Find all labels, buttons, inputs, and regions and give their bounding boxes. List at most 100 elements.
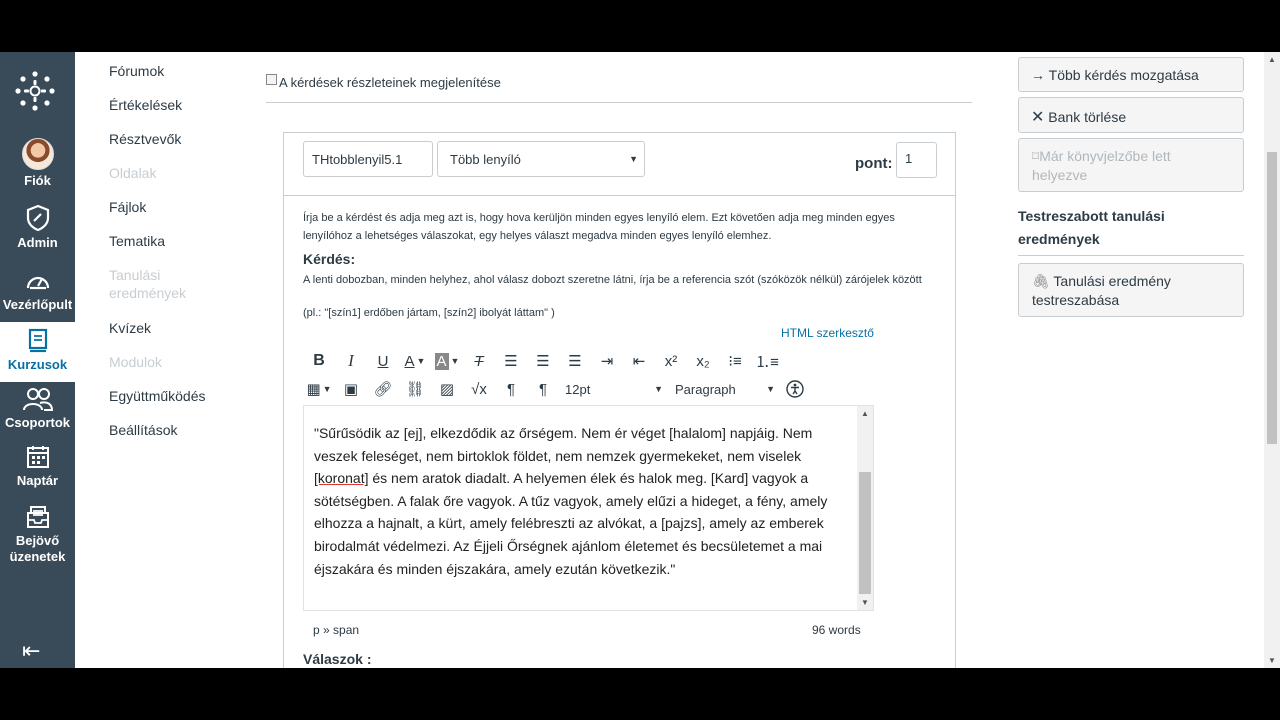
inbox-icon xyxy=(26,506,49,528)
scroll-up-icon[interactable]: ▲ xyxy=(861,409,869,418)
page-scrollbar-thumb[interactable] xyxy=(1267,152,1277,444)
background-color-icon[interactable]: A ▼ xyxy=(431,349,463,373)
outdent-icon[interactable]: ⇤ xyxy=(623,349,655,373)
link-icon[interactable]: 🔗︎ xyxy=(367,377,399,401)
block-format-value: Paragraph xyxy=(675,381,736,397)
course-nav-item-modules[interactable]: Modulok xyxy=(109,353,259,387)
question-instructions: Írja be a kérdést és adja meg azt is, ho… xyxy=(303,212,895,242)
course-nav-item-grades[interactable]: Értékelések xyxy=(109,96,259,130)
editor-scrollbar-thumb[interactable] xyxy=(859,472,871,594)
italic-icon[interactable]: I xyxy=(335,349,367,373)
arrow-right-icon: → xyxy=(1031,67,1045,83)
custom-outcomes-heading: Testreszabott tanulási eredmények xyxy=(1018,205,1244,251)
global-nav-account[interactable]: Fiók xyxy=(0,138,75,192)
global-nav-label: Fiók xyxy=(24,173,51,188)
heading-line: eredmények xyxy=(1018,231,1100,247)
course-nav-item-settings[interactable]: Beállítások xyxy=(109,421,259,455)
indent-icon[interactable]: ⇥ xyxy=(591,349,623,373)
heading-line: Testreszabott tanulási xyxy=(1018,208,1165,224)
question-name-input[interactable]: THtobblenyil5.1 xyxy=(303,141,433,177)
ltr-icon[interactable]: ¶ xyxy=(495,377,527,401)
global-nav-courses[interactable]: Kurzusok xyxy=(0,322,75,382)
page-scrollbar[interactable]: ▲ ▼ xyxy=(1264,52,1280,668)
unlink-icon[interactable]: ⛓︎ xyxy=(399,377,431,401)
image-icon[interactable]: ▨ xyxy=(431,377,463,401)
caret-down-icon: ▼ xyxy=(629,154,638,164)
editor-scrollbar[interactable]: ▲ ▼ xyxy=(857,406,873,610)
customize-outcome-button[interactable]: 🖇︎ Tanulási eredmény testreszabása xyxy=(1018,263,1244,317)
points-input[interactable]: 1 xyxy=(896,142,937,178)
equation-icon[interactable]: √x xyxy=(463,377,495,401)
show-question-details-toggle[interactable]: A kérdések részleteinek megjelenítése xyxy=(266,74,501,90)
global-nav-calendar[interactable]: Naptár xyxy=(0,444,75,500)
superscript-icon[interactable]: x² xyxy=(655,349,687,373)
bookmarked-button[interactable]: ⌑Már könyvjelzőbe lett helyezve xyxy=(1018,138,1244,192)
editor-toolbar-row-1: B I U A ▼ A ▼ T ☰ ☰ ☰ ⇥ ⇤ x² x₂ ⁝≡ ⒈≡ xyxy=(303,348,783,374)
font-size-select[interactable]: 12pt ▼ xyxy=(561,377,667,401)
global-nav-label: Csoportok xyxy=(5,415,70,430)
show-details-label: A kérdések részleteinek megjelenítése xyxy=(279,75,501,90)
media-icon[interactable]: ▣ xyxy=(335,377,367,401)
question-editor-form: THtobblenyil5.1 Több lenyíló ▼ pont: 1 Í… xyxy=(283,132,956,668)
clear-formatting-icon[interactable]: T xyxy=(463,349,495,373)
book-icon xyxy=(28,328,47,353)
editor-element-path: p » span xyxy=(313,623,360,637)
editor-content[interactable]: "Sűrűsödik az [ej], elkezdődik az őrsége… xyxy=(314,422,848,580)
course-nav-item-forums[interactable]: Fórumok xyxy=(109,62,259,96)
global-nav-groups[interactable]: Csoportok xyxy=(0,386,75,442)
accessibility-checker-icon[interactable] xyxy=(779,377,811,401)
people-icon xyxy=(22,388,53,411)
show-details-checkbox[interactable] xyxy=(266,74,277,85)
collapse-nav-icon[interactable]: ⇤ xyxy=(22,638,40,664)
points-label: pont: xyxy=(855,155,893,172)
bullet-list-icon[interactable]: ⁝≡ xyxy=(719,349,751,373)
calendar-icon xyxy=(26,446,49,468)
global-nav: Fiók Admin Vezérlőpult Kurzusok Csoporto… xyxy=(0,52,75,668)
app-screen: Fiók Admin Vezérlőpult Kurzusok Csoporto… xyxy=(0,52,1280,668)
scroll-down-icon[interactable]: ▼ xyxy=(1268,656,1276,665)
course-nav-item-syllabus[interactable]: Tematika xyxy=(109,232,259,266)
table-icon[interactable]: ▦ ▼ xyxy=(303,377,335,401)
global-nav-label: Admin xyxy=(17,235,58,250)
global-nav-label: Kurzusok xyxy=(7,357,68,372)
numbered-list-icon[interactable]: ⒈≡ xyxy=(751,349,783,373)
canvas-logo-icon[interactable] xyxy=(14,70,56,112)
course-nav-item-people[interactable]: Résztvevők xyxy=(109,130,259,164)
course-nav-item-collaborations[interactable]: Együttműködés xyxy=(109,387,259,421)
course-nav-label: Tanulási xyxy=(109,267,161,283)
editor-text-underlined: [koronat] xyxy=(314,470,369,487)
course-nav-item-quizzes[interactable]: Kvízek xyxy=(109,319,259,353)
course-nav-item-outcomes[interactable]: Tanulási eredmények xyxy=(109,266,259,319)
font-size-value: 12pt xyxy=(565,381,591,397)
delete-bank-button[interactable]: ✕ Bank törlése xyxy=(1018,97,1244,133)
text-color-icon[interactable]: A ▼ xyxy=(399,349,431,373)
align-left-icon[interactable]: ☰ xyxy=(495,349,527,373)
scroll-down-icon[interactable]: ▼ xyxy=(861,598,869,607)
editor-text-part: "Sűrűsödik az [ej], elkezdődik az őrsége… xyxy=(314,425,813,464)
customize-outcome-label: Tanulási eredmény xyxy=(1053,273,1171,289)
align-right-icon[interactable]: ☰ xyxy=(559,349,591,373)
scroll-up-icon[interactable]: ▲ xyxy=(1268,55,1276,64)
html-editor-link[interactable]: HTML szerkesztő xyxy=(781,326,874,340)
align-center-icon[interactable]: ☰ xyxy=(527,349,559,373)
course-nav-item-pages[interactable]: Oldalak xyxy=(109,164,259,198)
question-type-select[interactable]: Több lenyíló ▼ xyxy=(437,141,645,177)
global-nav-label: Vezérlőpult xyxy=(2,297,73,312)
block-format-select[interactable]: Paragraph ▼ xyxy=(671,377,779,401)
move-questions-button[interactable]: → Több kérdés mozgatása xyxy=(1018,57,1244,92)
editor-word-count: 96 words xyxy=(812,623,861,637)
global-nav-admin[interactable]: Admin xyxy=(0,204,75,260)
global-nav-inbox[interactable]: Bejövő üzenetek xyxy=(0,504,75,570)
underline-icon[interactable]: U xyxy=(367,349,399,373)
bold-icon[interactable]: B xyxy=(303,349,335,373)
question-example-text: (pl.: "[szín1] erdőben jártam, [szín2] i… xyxy=(303,307,555,319)
subscript-icon[interactable]: x₂ xyxy=(687,349,719,373)
global-nav-dashboard[interactable]: Vezérlőpult xyxy=(0,268,75,324)
rtl-icon[interactable]: ¶ xyxy=(527,377,559,401)
question-label: Kérdés: xyxy=(303,251,356,267)
avatar xyxy=(21,138,54,170)
rich-text-editor[interactable]: "Sűrűsödik az [ej], elkezdődik az őrsége… xyxy=(303,405,874,611)
global-nav-label: Naptár xyxy=(16,473,59,488)
paperclip-icon: 🖇︎ xyxy=(1032,273,1050,289)
course-nav-item-files[interactable]: Fájlok xyxy=(109,198,259,232)
